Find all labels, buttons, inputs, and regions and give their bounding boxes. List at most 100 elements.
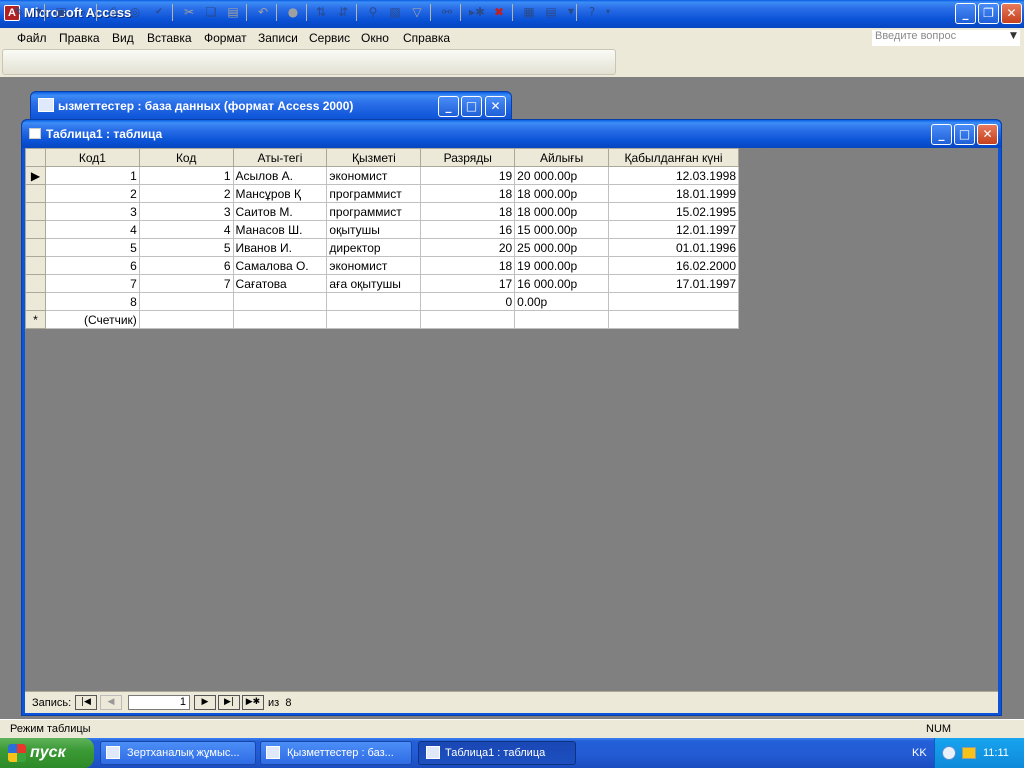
table-cell[interactable]: 20 xyxy=(420,238,516,257)
record-selector[interactable] xyxy=(25,202,46,221)
table-cell[interactable]: 19 000.00р xyxy=(514,256,610,275)
table-cell[interactable] xyxy=(514,310,610,329)
copy-icon[interactable]: ❏ xyxy=(202,4,220,20)
language-indicator[interactable]: KK xyxy=(912,747,927,759)
record-selector[interactable] xyxy=(25,184,46,203)
current-record-icon[interactable]: ▶ xyxy=(25,166,46,185)
help-icon[interactable]: ? xyxy=(583,4,601,20)
table-cell[interactable]: директор xyxy=(326,238,422,257)
table-cell[interactable]: программист xyxy=(326,184,422,203)
table-row[interactable]: 5 5 Иванов И. директор 20 25 000.00р 01.… xyxy=(25,238,739,257)
table-cell[interactable] xyxy=(326,292,422,311)
column-header[interactable]: Разряды xyxy=(420,148,516,167)
table-cell[interactable]: 1 xyxy=(138,166,234,185)
table-cell[interactable]: Манасов Ш. xyxy=(232,220,328,239)
taskbar-item-database[interactable]: Қызметтестер : баз... xyxy=(260,741,412,765)
print-preview-icon[interactable]: ◎ xyxy=(126,4,144,20)
column-header[interactable]: Аты-тегі xyxy=(232,148,328,167)
new-object-icon[interactable]: ▤ xyxy=(542,4,560,20)
table-cell[interactable]: 7 xyxy=(138,274,234,293)
minimize-button[interactable]: _ xyxy=(955,3,976,24)
table-cell[interactable]: (Счетчик) xyxy=(44,310,140,329)
column-header[interactable]: Айлығы xyxy=(514,148,610,167)
table-row[interactable]: 7 7 Сағатова аға оқытушы 17 16 000.00р 1… xyxy=(25,274,739,293)
column-header[interactable]: Код xyxy=(138,148,234,167)
chevron-down-icon[interactable]: ▼ xyxy=(1010,31,1017,41)
clock[interactable]: 11:11 xyxy=(983,747,1009,759)
table-cell[interactable]: 6 xyxy=(138,256,234,275)
chevron-down-icon[interactable]: ▼ xyxy=(30,4,48,20)
table-cell[interactable]: оқытушы xyxy=(326,220,422,239)
prev-record-button[interactable]: ◀ xyxy=(100,695,122,710)
undo-icon[interactable]: ↶ xyxy=(254,4,272,20)
table-cell[interactable]: 0 xyxy=(420,292,516,311)
search-file-icon[interactable]: ⌕ xyxy=(74,4,92,20)
table-cell[interactable]: 18 xyxy=(420,202,516,221)
table-cell[interactable]: 20 000.00р xyxy=(514,166,610,185)
apply-filter-icon[interactable]: ▽ xyxy=(408,4,426,20)
taskbar-item-word[interactable]: Зертханалық жұмыс... xyxy=(100,741,256,765)
new-record-icon[interactable]: ▸✱ xyxy=(468,4,486,20)
table-cell[interactable]: 0.00р xyxy=(514,292,610,311)
table-cell[interactable] xyxy=(420,310,516,329)
table-cell[interactable]: 25 000.00р xyxy=(514,238,610,257)
table-cell[interactable]: 7 xyxy=(44,274,140,293)
table-cell[interactable]: программист xyxy=(326,202,422,221)
table-cell[interactable]: 2 xyxy=(44,184,140,203)
new-record-button[interactable]: ▶✱ xyxy=(242,695,264,710)
ask-question-input[interactable]: Введите вопрос xyxy=(872,30,1020,46)
table-row[interactable]: ▶ 1 1 Асылов А. экономист 19 20 000.00р … xyxy=(25,166,739,185)
table-cell[interactable]: 18.01.1999 xyxy=(608,184,739,203)
first-record-button[interactable]: |◀ xyxy=(75,695,97,710)
chevron-down-icon[interactable]: ▼ xyxy=(562,4,580,20)
table-cell[interactable] xyxy=(232,310,328,329)
table-cell[interactable] xyxy=(138,310,234,329)
maximize-button[interactable]: □ xyxy=(461,96,482,117)
table-cell[interactable]: 18 xyxy=(420,256,516,275)
last-record-button[interactable]: ▶| xyxy=(218,695,240,710)
table-row[interactable]: 2 2 Мансұров Қ программист 18 18 000.00р… xyxy=(25,184,739,203)
menu-tools[interactable]: Сервис xyxy=(309,31,350,45)
menu-file[interactable]: Файл xyxy=(17,31,47,45)
network-icon[interactable] xyxy=(942,746,956,760)
find-icon[interactable]: ⚯ xyxy=(438,4,456,20)
minimize-button[interactable]: _ xyxy=(931,124,952,145)
table-cell[interactable]: 15.02.1995 xyxy=(608,202,739,221)
filter-by-selection-icon[interactable]: ⚲ xyxy=(364,4,382,20)
close-button[interactable]: ✕ xyxy=(1001,3,1022,24)
next-record-button[interactable]: ▶ xyxy=(194,695,216,710)
table-cell[interactable]: 2 xyxy=(138,184,234,203)
spelling-icon[interactable]: ✔ xyxy=(150,4,168,20)
current-record-input[interactable]: 1 xyxy=(128,695,190,710)
table-cell[interactable]: экономист xyxy=(326,256,422,275)
table-cell[interactable]: Сағатова xyxy=(232,274,328,293)
table-row[interactable]: 3 3 Саитов М. программист 18 18 000.00р … xyxy=(25,202,739,221)
table-cell[interactable]: 16 000.00р xyxy=(514,274,610,293)
new-record-icon[interactable]: * xyxy=(25,310,46,329)
table-cell[interactable] xyxy=(608,310,739,329)
record-selector[interactable] xyxy=(25,292,46,311)
select-all-corner[interactable] xyxy=(25,148,46,167)
column-header[interactable]: Қабылданған күні xyxy=(608,148,739,167)
table-cell[interactable]: аға оқытушы xyxy=(326,274,422,293)
record-selector[interactable] xyxy=(25,220,46,239)
table-cell[interactable]: 18 000.00р xyxy=(514,184,610,203)
table-cell[interactable]: 16.02.2000 xyxy=(608,256,739,275)
table-cell[interactable]: Саитов М. xyxy=(232,202,328,221)
database-window-icon[interactable]: ▦ xyxy=(520,4,538,20)
table-row[interactable]: 6 6 Самалова О. экономист 18 19 000.00р … xyxy=(25,256,739,275)
table-cell[interactable]: 12.03.1998 xyxy=(608,166,739,185)
table-row[interactable]: 4 4 Манасов Ш. оқытушы 16 15 000.00р 12.… xyxy=(25,220,739,239)
table-cell[interactable] xyxy=(138,292,234,311)
paste-icon[interactable]: ▤ xyxy=(224,4,242,20)
filter-by-form-icon[interactable]: ▧ xyxy=(386,4,404,20)
menu-view[interactable]: Вид xyxy=(112,31,134,45)
menu-insert[interactable]: Вставка xyxy=(147,31,192,45)
new-record-row[interactable]: * (Счетчик) xyxy=(25,310,739,329)
menu-window[interactable]: Окно xyxy=(361,31,389,45)
close-button[interactable]: ✕ xyxy=(485,96,506,117)
table-cell[interactable]: 17.01.1997 xyxy=(608,274,739,293)
record-selector[interactable] xyxy=(25,256,46,275)
keyboard-icon[interactable] xyxy=(962,747,976,759)
column-header[interactable]: Код1 xyxy=(44,148,140,167)
